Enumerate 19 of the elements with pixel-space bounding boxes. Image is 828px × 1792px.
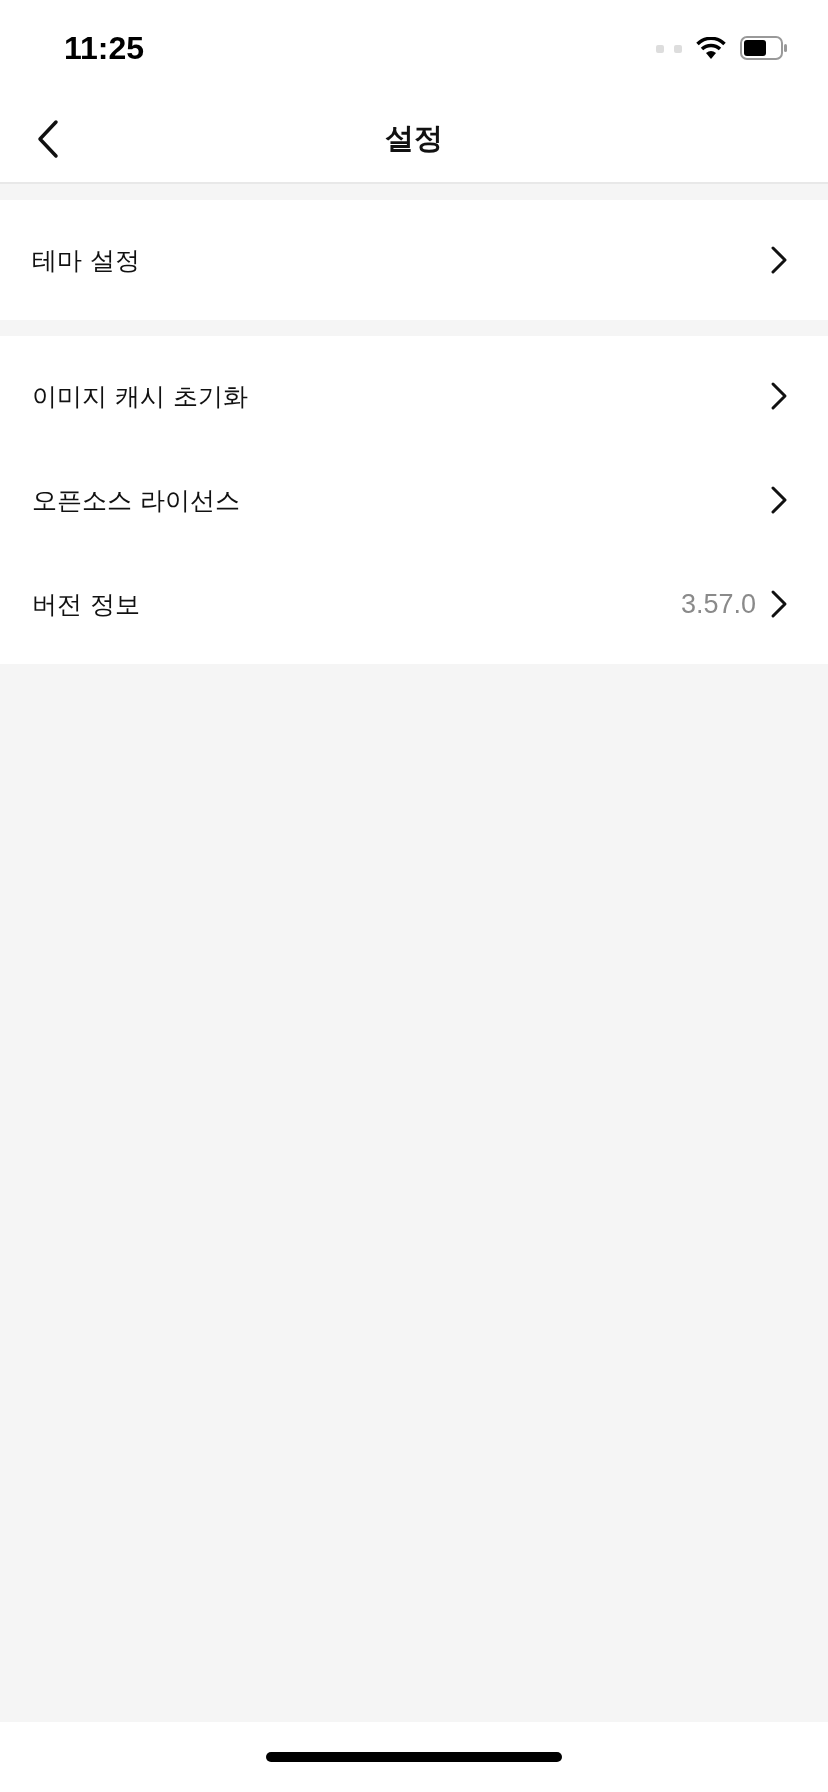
chevron-right-icon [770, 245, 788, 275]
battery-icon [740, 36, 788, 60]
status-time: 11:25 [64, 29, 145, 67]
page-title: 설정 [385, 120, 443, 157]
row-label: 테마 설정 [32, 244, 141, 277]
chevron-right-icon [770, 381, 788, 411]
settings-row[interactable]: 오픈소스 라이선스 [0, 448, 828, 552]
settings-row[interactable]: 버전 정보 3.57.0 [0, 552, 828, 656]
settings-row[interactable]: 이미지 캐시 초기화 [0, 344, 828, 448]
settings-row[interactable]: 테마 설정 [0, 208, 828, 312]
chevron-right-icon [770, 485, 788, 515]
row-value: 3.57.0 [680, 588, 756, 620]
chevron-right-icon [770, 589, 788, 619]
row-label: 오픈소스 라이선스 [32, 484, 241, 517]
wifi-icon [696, 37, 726, 59]
chevron-left-icon [37, 119, 59, 159]
row-label: 이미지 캐시 초기화 [32, 380, 249, 413]
row-label: 버전 정보 [32, 588, 141, 621]
signal-icon [656, 43, 682, 53]
